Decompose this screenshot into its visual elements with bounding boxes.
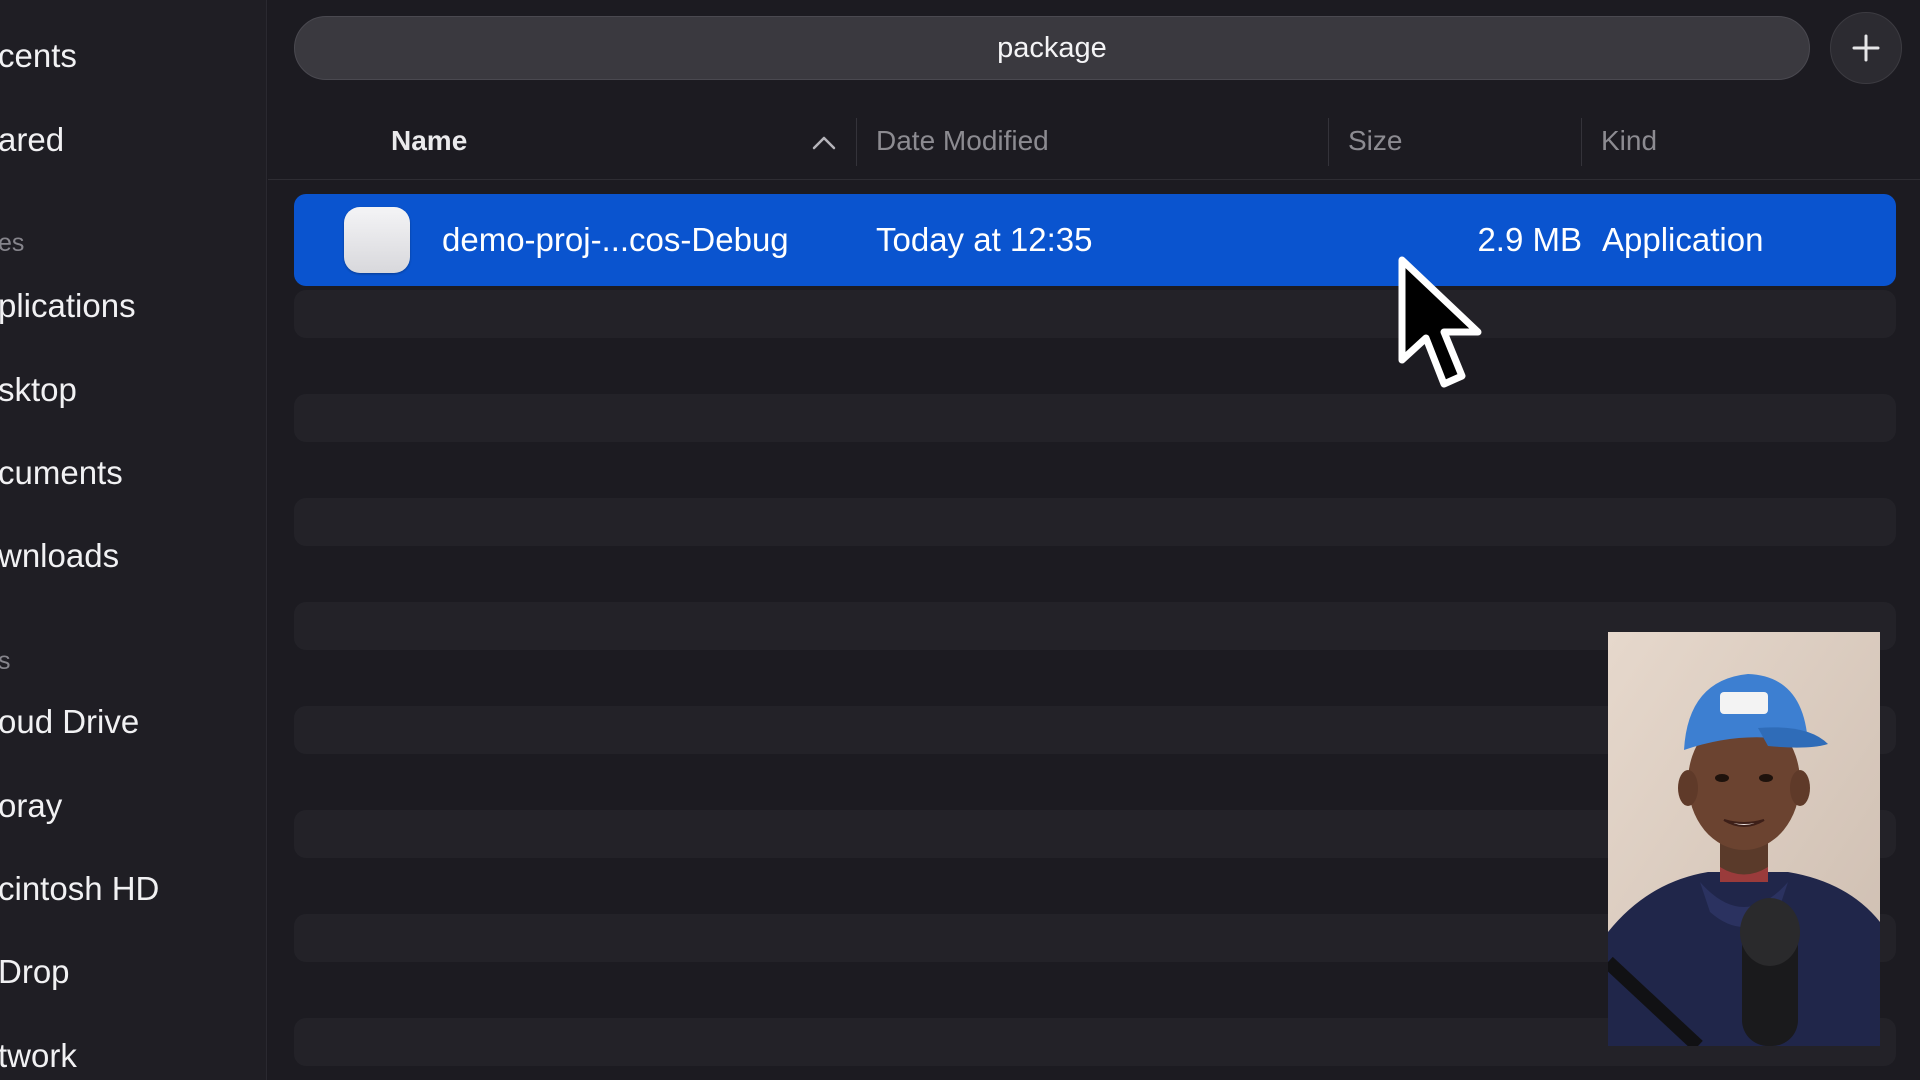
column-header-name[interactable]: Name <box>391 124 467 158</box>
column-header-date-modified[interactable]: Date Modified <box>876 124 1049 158</box>
sidebar-item-shared[interactable]: ared <box>0 120 64 160</box>
column-divider[interactable] <box>856 118 857 166</box>
column-header-size[interactable]: Size <box>1348 124 1402 158</box>
column-header-row: Name Date Modified Size Kind <box>268 110 1920 180</box>
sidebar-section-favorites: es <box>0 229 25 257</box>
webcam-overlay <box>1608 632 1880 1046</box>
application-icon <box>344 207 410 273</box>
sidebar-item-applications[interactable]: plications <box>0 286 136 326</box>
sidebar-item-icloud-drive[interactable]: oud Drive <box>0 702 139 742</box>
sidebar-item-desktop[interactable]: sktop <box>0 370 77 410</box>
column-divider[interactable] <box>1581 118 1582 166</box>
file-date-modified: Today at 12:35 <box>876 221 1093 258</box>
path-title-bar[interactable]: package <box>294 16 1810 80</box>
file-name: demo-proj-...cos-Debug <box>442 221 789 258</box>
folder-title: package <box>997 31 1107 64</box>
column-header-kind[interactable]: Kind <box>1601 124 1657 158</box>
sidebar-item-recents[interactable]: cents <box>0 36 77 76</box>
sidebar-section-locations: s <box>0 646 11 676</box>
sidebar-item-downloads[interactable]: wnloads <box>0 536 119 576</box>
presenter-video <box>1608 632 1880 1046</box>
sidebar-item-documents[interactable]: cuments <box>0 453 123 493</box>
sidebar-item-library[interactable]: oray <box>0 786 62 826</box>
mouse-pointer-icon <box>1398 256 1482 388</box>
finder-window: cents ared es plications sktop cuments w… <box>0 0 1920 1080</box>
add-button[interactable] <box>1830 12 1902 84</box>
chevron-up-icon[interactable] <box>810 132 838 152</box>
sidebar-item-macintosh-hd[interactable]: cintosh HD <box>0 869 159 909</box>
plus-icon <box>1852 34 1880 62</box>
sidebar-item-network[interactable]: twork <box>0 1036 77 1076</box>
sidebar-item-airdrop[interactable]: Drop <box>0 952 70 992</box>
empty-row <box>294 498 1896 546</box>
sidebar: cents ared es plications sktop cuments w… <box>0 0 267 1080</box>
file-row[interactable]: demo-proj-...cos-Debug Today at 12:35 2.… <box>294 194 1896 286</box>
file-kind: Application <box>1602 221 1764 258</box>
column-divider[interactable] <box>1328 118 1329 166</box>
empty-row <box>294 394 1896 442</box>
empty-row <box>294 290 1896 338</box>
